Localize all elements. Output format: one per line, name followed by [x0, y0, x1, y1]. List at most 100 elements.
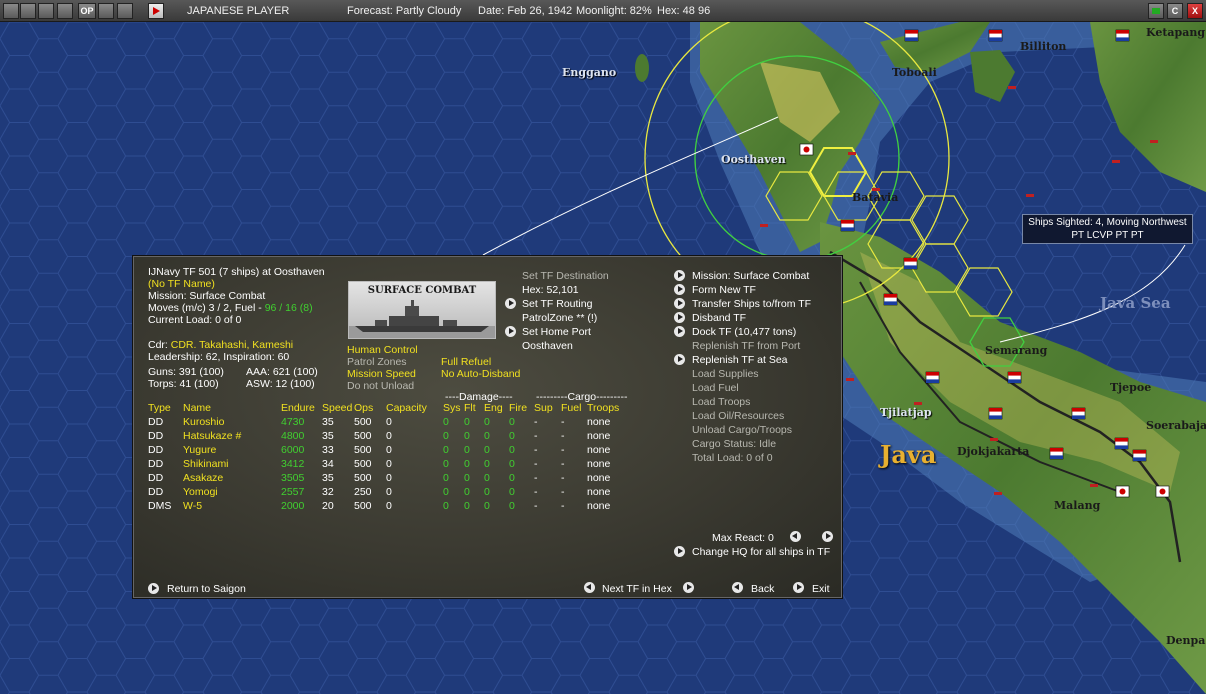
return-to-base-button[interactable]: Return to Saigon: [167, 583, 246, 595]
col-speed[interactable]: Speed: [322, 401, 354, 415]
col-name[interactable]: Name: [183, 401, 281, 415]
option-mission-speed[interactable]: Mission Speed: [347, 368, 416, 380]
option-do-not-unload[interactable]: Do not Unload: [347, 380, 414, 392]
option-full-refuel[interactable]: Full Refuel: [441, 356, 491, 368]
tf-name-note[interactable]: (No TF Name): [148, 278, 215, 290]
set-home-port[interactable]: Set Home Port: [522, 326, 591, 338]
change-hq-button[interactable]: Change HQ for all ships in TF: [692, 546, 830, 558]
mission-arrow-icon[interactable]: [674, 270, 685, 281]
col-capacity[interactable]: Capacity: [386, 401, 443, 415]
disband-tf-arrow-icon[interactable]: [674, 312, 685, 323]
col-sys[interactable]: Sys: [443, 401, 464, 415]
menu-disband-tf[interactable]: Disband TF: [692, 312, 746, 324]
option-no-auto-disband[interactable]: No Auto-Disband: [441, 368, 520, 380]
col-troops[interactable]: Troops: [587, 401, 637, 415]
set-home-port-arrow-icon[interactable]: [505, 326, 516, 337]
exit-button[interactable]: Exit: [812, 583, 830, 595]
max-react-increase-icon[interactable]: [822, 531, 833, 542]
menu-unload-cargo[interactable]: Unload Cargo/Troops: [692, 424, 792, 436]
place-tjepoe[interactable]: Tjepoe: [1110, 381, 1151, 394]
form-new-tf-arrow-icon[interactable]: [674, 284, 685, 295]
ship-eng: 0: [484, 458, 490, 470]
ship-name[interactable]: Asakaze: [183, 471, 281, 485]
table-row[interactable]: DD Shikinami 3412 34 500 0 0 0 0 0 - - n…: [148, 457, 637, 471]
table-row[interactable]: DD Asakaze 3505 35 500 0 0 0 0 0 - - non…: [148, 471, 637, 485]
ship-troops: none: [587, 500, 611, 512]
place-semarang[interactable]: Semarang: [985, 344, 1047, 357]
col-eng[interactable]: Eng: [484, 401, 509, 415]
target-icon[interactable]: [57, 3, 73, 19]
list-icon[interactable]: [98, 3, 114, 19]
ship-name[interactable]: W-5: [183, 499, 281, 513]
table-row[interactable]: DMS W-5 2000 20 500 0 0 0 0 0 - - none: [148, 499, 637, 513]
menu-replenish-at-sea[interactable]: Replenish TF at Sea: [692, 354, 788, 366]
menu-load-fuel[interactable]: Load Fuel: [692, 382, 739, 394]
exit-arrow-icon[interactable]: [793, 582, 804, 593]
back-button[interactable]: Back: [751, 583, 774, 595]
ship-type: DD: [148, 472, 164, 484]
col-endure[interactable]: Endure: [281, 401, 322, 415]
next-tf-arrow-icon[interactable]: [683, 582, 694, 593]
globe-icon[interactable]: [38, 3, 54, 19]
close-button[interactable]: X: [1187, 3, 1203, 19]
max-react-decrease-icon[interactable]: [790, 531, 801, 542]
ship-name[interactable]: Shikinami: [183, 457, 281, 471]
flag-icon[interactable]: [1148, 3, 1164, 19]
col-type[interactable]: Type: [148, 401, 183, 415]
set-tf-destination[interactable]: Set TF Destination: [522, 270, 609, 282]
option-patrol-zones[interactable]: Patrol Zones: [347, 356, 407, 368]
menu-mission[interactable]: Mission: Surface Combat: [692, 270, 809, 282]
prev-tf-arrow-icon[interactable]: [584, 582, 595, 593]
col-sup[interactable]: Sup: [534, 401, 561, 415]
ship-endure: 4800: [281, 430, 305, 442]
ship-name[interactable]: Kuroshio: [183, 415, 281, 429]
menu-transfer-ships[interactable]: Transfer Ships to/from TF: [692, 298, 811, 310]
menu-load-supplies[interactable]: Load Supplies: [692, 368, 759, 380]
menu-form-new-tf[interactable]: Form New TF: [692, 284, 756, 296]
ship-fuel: -: [561, 416, 565, 428]
transfer-ships-arrow-icon[interactable]: [674, 298, 685, 309]
col-fuel[interactable]: Fuel: [561, 401, 587, 415]
set-tf-routing[interactable]: Set TF Routing: [522, 298, 592, 310]
forecast-label: Forecast: Partly Cloudy: [347, 5, 462, 17]
op-button[interactable]: OP: [78, 3, 96, 19]
back-arrow-icon[interactable]: [732, 582, 743, 593]
cdr-name[interactable]: CDR. Takahashi, Kameshi: [171, 339, 293, 351]
toolbar-button-2[interactable]: [20, 3, 36, 19]
change-hq-arrow-icon[interactable]: [674, 546, 685, 557]
set-routing-arrow-icon[interactable]: [505, 298, 516, 309]
tf-moves: Moves (m/c) 3 / 2, Fuel - 96 / 16 (8): [148, 302, 313, 314]
ship-sup: -: [534, 486, 538, 498]
place-oosthaven[interactable]: Oosthaven: [721, 153, 786, 166]
col-flt[interactable]: Flt: [464, 401, 484, 415]
place-malang[interactable]: Malang: [1054, 499, 1100, 512]
menu-load-troops[interactable]: Load Troops: [692, 396, 750, 408]
col-fire[interactable]: Fire: [509, 401, 534, 415]
col-ops[interactable]: Ops: [354, 401, 386, 415]
place-soerabaja[interactable]: Soerabaja: [1146, 419, 1206, 432]
dock-tf-arrow-icon[interactable]: [674, 326, 685, 337]
option-human-control[interactable]: Human Control: [347, 344, 418, 356]
return-arrow-icon[interactable]: [148, 583, 159, 594]
date-label: Date: Feb 26, 1942: [478, 5, 573, 17]
place-denpa[interactable]: Denpa: [1166, 634, 1205, 647]
place-tjilatjap[interactable]: Tjilatjap: [880, 406, 932, 419]
play-button[interactable]: [148, 3, 164, 19]
toolbar-button-1[interactable]: [3, 3, 19, 19]
place-djokjakarta[interactable]: Djokjakarta: [957, 445, 1029, 458]
menu-replenish-from-port[interactable]: Replenish TF from Port: [692, 340, 800, 352]
c-button[interactable]: C: [1167, 3, 1183, 19]
menu-dock-tf[interactable]: Dock TF (10,477 tons): [692, 326, 796, 338]
table-row[interactable]: DD Hatsukaze # 4800 35 500 0 0 0 0 0 - -…: [148, 429, 637, 443]
place-batavia[interactable]: Batavia: [852, 191, 898, 204]
replenish-at-sea-arrow-icon[interactable]: [674, 354, 685, 365]
ship-name[interactable]: Hatsukaze #: [183, 429, 281, 443]
table-row[interactable]: DD Yugure 6000 33 500 0 0 0 0 0 - - none: [148, 443, 637, 457]
ship-name[interactable]: Yomogi: [183, 485, 281, 499]
menu-load-oil[interactable]: Load Oil/Resources: [692, 410, 784, 422]
next-tf-in-hex-button[interactable]: Next TF in Hex: [602, 583, 672, 595]
window-icon[interactable]: [117, 3, 133, 19]
ship-name[interactable]: Yugure: [183, 443, 281, 457]
table-row[interactable]: DD Kuroshio 4730 35 500 0 0 0 0 0 - - no…: [148, 415, 637, 429]
table-row[interactable]: DD Yomogi 2557 32 250 0 0 0 0 0 - - none: [148, 485, 637, 499]
